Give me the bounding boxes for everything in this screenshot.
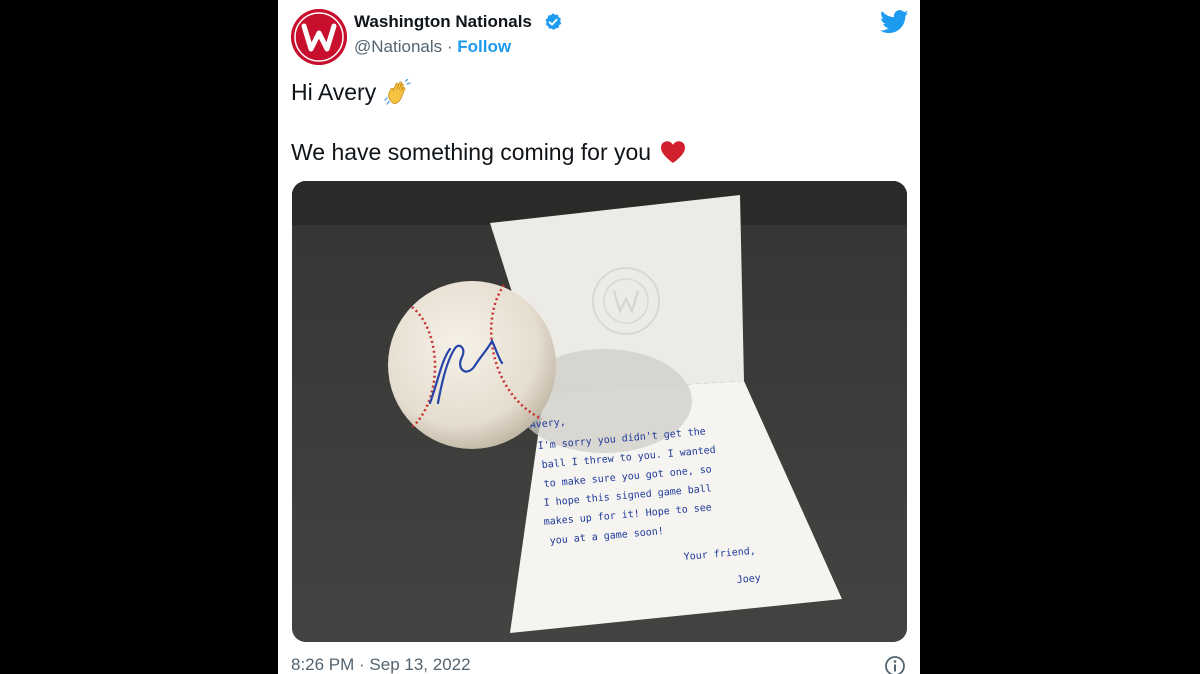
baseball bbox=[388, 281, 556, 449]
red-heart-emoji-icon bbox=[661, 141, 686, 163]
tweet-timestamp[interactable]: 8:26 PM · Sep 13, 2022 bbox=[291, 655, 471, 674]
message-text: We have something coming for you bbox=[291, 138, 652, 165]
author-handle-row: @Nationals · Follow bbox=[354, 37, 511, 57]
author-name[interactable]: Washington Nationals bbox=[354, 12, 532, 32]
tweet-photo[interactable]: Avery, I'm sorry you didn't get the ball… bbox=[292, 181, 907, 642]
twitter-bird-icon[interactable] bbox=[880, 10, 909, 34]
tweet-text-line-1: Hi Avery bbox=[291, 78, 412, 106]
photo-baseball-and-note: Avery, I'm sorry you didn't get the ball… bbox=[292, 181, 907, 642]
greeting-text: Hi Avery bbox=[291, 78, 377, 105]
tweet-text-line-2: We have something coming for you bbox=[291, 138, 687, 166]
author-avatar[interactable] bbox=[291, 9, 347, 65]
info-icon[interactable] bbox=[884, 655, 906, 674]
note-line: Joey bbox=[736, 573, 761, 586]
waving-hand-emoji-icon bbox=[384, 78, 411, 105]
verified-badge-icon bbox=[545, 13, 562, 30]
handle-separator: · bbox=[446, 37, 453, 56]
follow-button[interactable]: Follow bbox=[457, 37, 511, 56]
nationals-logo-icon bbox=[291, 9, 347, 65]
author-handle[interactable]: @Nationals bbox=[354, 37, 442, 56]
tweet-card: Washington Nationals @Nationals · Follow… bbox=[278, 0, 920, 674]
